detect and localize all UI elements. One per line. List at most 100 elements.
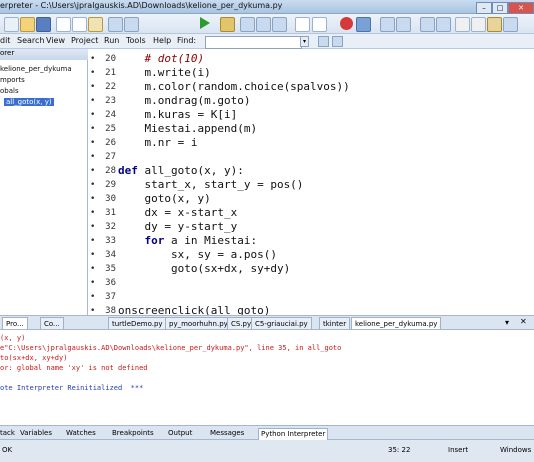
- paste-icon[interactable]: [88, 17, 103, 32]
- search-icon[interactable]: [295, 17, 310, 32]
- save-icon[interactable]: [36, 17, 51, 32]
- line-number: 33: [105, 236, 116, 246]
- menu-run[interactable]: Run: [104, 36, 119, 45]
- bottom-panel-tabs: tack Variables Watches Breakpoints Outpu…: [0, 427, 534, 441]
- step-over-icon[interactable]: [256, 17, 271, 32]
- menu-tools[interactable]: Tools: [126, 36, 146, 45]
- stop-icon[interactable]: [356, 17, 371, 32]
- code-line[interactable]: # dot(10): [118, 52, 204, 66]
- code-line[interactable]: dy = y-start_y: [118, 220, 237, 234]
- title-bar: erpreter - C:\Users\jpralgauskis.AD\Down…: [0, 0, 534, 14]
- bookmark-icon[interactable]: [420, 17, 435, 32]
- tab-project[interactable]: Pro...: [2, 317, 28, 329]
- code-line[interactable]: dx = x-start_x: [118, 206, 237, 220]
- code-lines[interactable]: # dot(10) m.write(i) m.color(random.choi…: [118, 49, 534, 315]
- tab-list-icon[interactable]: ▾: [505, 318, 509, 327]
- file-tab[interactable]: py_moorhuhn.py: [165, 317, 232, 329]
- tab-call-stack[interactable]: tack: [0, 428, 15, 439]
- run-icon[interactable]: [200, 17, 210, 29]
- toolbar: [0, 14, 534, 34]
- tab-messages[interactable]: Messages: [210, 428, 244, 439]
- menu-project[interactable]: Project: [71, 36, 98, 45]
- interpreter-output[interactable]: (x, y) e"C:\Users\jpralgauskis.AD\Downloa…: [0, 330, 534, 426]
- new-file-icon[interactable]: [4, 17, 19, 32]
- tab-output[interactable]: Output: [168, 428, 192, 439]
- code-line[interactable]: Miestai.append(m): [118, 122, 257, 136]
- cursor-position: 35: 22: [388, 446, 411, 454]
- tab-breakpoints[interactable]: Breakpoints: [112, 428, 154, 439]
- line-number: 30: [105, 194, 116, 204]
- undo-icon[interactable]: [108, 17, 123, 32]
- line-number: 27: [105, 152, 116, 162]
- menu-help[interactable]: Help: [153, 36, 171, 45]
- edit-mode: Insert: [448, 446, 469, 454]
- menu-view[interactable]: View: [46, 36, 65, 45]
- nav-forward-icon[interactable]: [396, 17, 411, 32]
- menu-search[interactable]: Search: [17, 36, 44, 45]
- menu-bar: dit Search View Project Run Tools Help F…: [0, 34, 534, 49]
- tree-item-module[interactable]: kelione_per_dykuma: [0, 65, 72, 73]
- find-label: Find:: [177, 36, 197, 45]
- find-next-icon[interactable]: [332, 36, 343, 47]
- code-line[interactable]: m.ondrag(m.goto): [118, 94, 250, 108]
- close-tab-icon[interactable]: ✕: [520, 317, 527, 326]
- line-number: 37: [105, 292, 116, 302]
- code-line[interactable]: m.color(random.choice(spalvos)): [118, 80, 349, 94]
- minimize-icon[interactable]: –: [476, 2, 492, 14]
- code-line[interactable]: start_x, start_y = pos(): [118, 178, 303, 192]
- explorer-header: orer: [0, 49, 88, 60]
- tab-variables[interactable]: Variables: [20, 428, 52, 439]
- close-icon[interactable]: ✕: [508, 2, 534, 14]
- file-tab[interactable]: C5-griauciai.py: [251, 317, 312, 329]
- output-line: ote Interpreter Reinitialized ***: [0, 384, 144, 392]
- outdent-icon[interactable]: [471, 17, 486, 32]
- cut-icon[interactable]: [56, 17, 71, 32]
- copy-icon[interactable]: [72, 17, 87, 32]
- code-line[interactable]: sx, sy = a.pos(): [118, 248, 277, 262]
- find-input[interactable]: [205, 36, 302, 49]
- find-dropdown-icon[interactable]: ▾: [300, 36, 309, 47]
- tab-code-explorer[interactable]: Co...: [40, 317, 64, 329]
- code-line[interactable]: goto(sx+dx, sy+dy): [118, 262, 290, 276]
- output-line: (x, y): [0, 334, 26, 342]
- file-tab[interactable]: turtleDemo.py: [108, 317, 167, 329]
- maximize-icon[interactable]: □: [492, 2, 508, 14]
- tab-watches[interactable]: Watches: [66, 428, 96, 439]
- code-line[interactable]: m.kuras = K[i]: [118, 108, 237, 122]
- open-folder-icon[interactable]: [20, 17, 35, 32]
- line-number: 22: [105, 82, 116, 92]
- tree-item-imports[interactable]: mports: [0, 76, 25, 84]
- keyword: for: [144, 234, 165, 247]
- replace-icon[interactable]: [312, 17, 327, 32]
- output-line: to(sx+dx, xy+dy): [0, 354, 68, 362]
- line-ending: Windows: [500, 446, 532, 454]
- options-icon[interactable]: [503, 17, 518, 32]
- line-number: 32: [105, 222, 116, 232]
- comment-icon[interactable]: [487, 17, 502, 32]
- menu-edit[interactable]: dit: [0, 36, 10, 45]
- step-icon[interactable]: [240, 17, 255, 32]
- code-line[interactable]: for a in Miestai:: [118, 234, 258, 248]
- indent-icon[interactable]: [455, 17, 470, 32]
- code-line[interactable]: def all_goto(x, y):: [118, 164, 244, 178]
- code-line[interactable]: m.write(i): [118, 66, 210, 80]
- tree-item-all-goto[interactable]: all_goto(x, y): [4, 98, 54, 106]
- file-tab-active[interactable]: kelione_per_dykuma.py: [351, 317, 442, 329]
- bookmark-next-icon[interactable]: [436, 17, 451, 32]
- tree-item-globals[interactable]: obals: [0, 87, 19, 95]
- line-number: 36: [105, 278, 116, 288]
- code-line[interactable]: goto(x, y): [118, 192, 210, 206]
- find-prev-icon[interactable]: [318, 36, 329, 47]
- debug-icon[interactable]: [220, 17, 235, 32]
- breakpoint-icon[interactable]: [340, 17, 353, 30]
- code-line[interactable]: m.nr = i: [118, 136, 197, 150]
- step-out-icon[interactable]: [272, 17, 287, 32]
- line-number: 21: [105, 68, 116, 78]
- line-number: 31: [105, 208, 116, 218]
- redo-icon[interactable]: [124, 17, 139, 32]
- file-tab[interactable]: tkinter: [319, 317, 351, 329]
- code-line[interactable]: onscreenclick(all_goto): [118, 304, 270, 315]
- line-number: 20: [105, 54, 116, 64]
- code-editor[interactable]: • 20 • 21 • 22 • 23 • 24 • 25 • 26 • 27 • 28 • 29 • 30 • 31 • 32 •…: [88, 49, 534, 315]
- nav-back-icon[interactable]: [380, 17, 395, 32]
